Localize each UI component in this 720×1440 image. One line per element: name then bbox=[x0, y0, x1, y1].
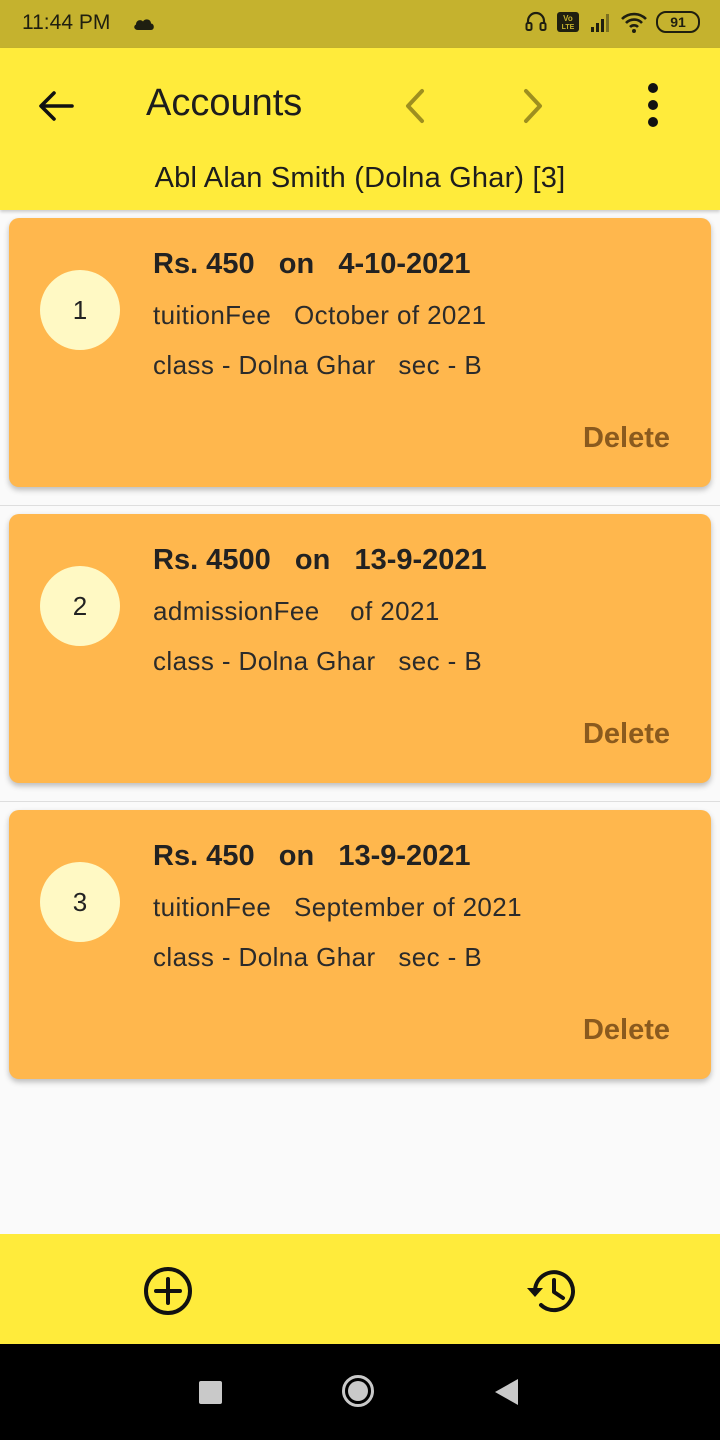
account-card[interactable]: 3 Rs. 450 on 13-9-2021 tuitionFee Septem… bbox=[9, 810, 711, 1079]
svg-text:Vo: Vo bbox=[563, 14, 573, 23]
cloud-icon bbox=[134, 19, 154, 30]
entry-amount-date: Rs. 4500 on 13-9-2021 bbox=[153, 544, 487, 576]
recents-icon[interactable] bbox=[199, 1381, 222, 1404]
accounts-list: 1 Rs. 450 on 4-10-2021 tuitionFee Octobe… bbox=[0, 210, 720, 1097]
delete-button[interactable]: Delete bbox=[583, 718, 670, 751]
battery-icon: 91 bbox=[656, 11, 700, 33]
system-nav-bar bbox=[0, 1344, 720, 1440]
account-card[interactable]: 2 Rs. 4500 on 13-9-2021 admissionFee of … bbox=[9, 514, 711, 783]
list-item: 2 Rs. 4500 on 13-9-2021 admissionFee of … bbox=[0, 506, 720, 802]
entry-fee-type: tuitionFee October of 2021 bbox=[153, 300, 487, 330]
status-time: 11:44 PM bbox=[22, 11, 111, 34]
entry-class-section: class - Dolna Ghar sec - B bbox=[153, 350, 483, 380]
status-icons: Vo LTE 91 bbox=[524, 10, 700, 34]
wifi-icon bbox=[621, 12, 647, 33]
add-circle-icon[interactable] bbox=[142, 1265, 194, 1317]
entry-fee-type: tuitionFee September of 2021 bbox=[153, 892, 523, 922]
volte-icon: Vo LTE bbox=[557, 12, 579, 32]
chevron-right-icon[interactable] bbox=[516, 86, 550, 126]
page-title: Accounts bbox=[146, 82, 303, 124]
list-item: 3 Rs. 450 on 13-9-2021 tuitionFee Septem… bbox=[0, 802, 720, 1097]
entry-class-section: class - Dolna Ghar sec - B bbox=[153, 646, 483, 676]
history-icon[interactable] bbox=[524, 1263, 580, 1319]
app-bar: Accounts Abl Alan Smith (Dolna Ghar) [3] bbox=[0, 48, 720, 210]
entry-fee-type: admissionFee of 2021 bbox=[153, 596, 440, 626]
list-item: 1 Rs. 450 on 4-10-2021 tuitionFee Octobe… bbox=[0, 210, 720, 506]
delete-button[interactable]: Delete bbox=[583, 422, 670, 455]
bottom-bar bbox=[0, 1234, 720, 1344]
entry-index-avatar: 3 bbox=[40, 862, 120, 942]
student-subtitle: Abl Alan Smith (Dolna Ghar) [3] bbox=[154, 162, 566, 194]
entry-index-avatar: 1 bbox=[40, 270, 120, 350]
more-vert-icon[interactable] bbox=[636, 80, 670, 130]
svg-text:LTE: LTE bbox=[562, 24, 575, 31]
entry-amount-date: Rs. 450 on 4-10-2021 bbox=[153, 248, 471, 280]
account-card[interactable]: 1 Rs. 450 on 4-10-2021 tuitionFee Octobe… bbox=[9, 218, 711, 487]
entry-class-section: class - Dolna Ghar sec - B bbox=[153, 942, 483, 972]
back-triangle-icon[interactable] bbox=[492, 1377, 520, 1407]
home-icon[interactable] bbox=[341, 1374, 375, 1408]
headset-icon bbox=[525, 11, 547, 31]
entry-index-avatar: 2 bbox=[40, 566, 120, 646]
signal-icon bbox=[591, 14, 609, 32]
chevron-left-icon[interactable] bbox=[398, 86, 432, 126]
status-bar: 11:44 PM Vo LTE 91 bbox=[0, 0, 720, 48]
entry-amount-date: Rs. 450 on 13-9-2021 bbox=[153, 840, 471, 872]
delete-button[interactable]: Delete bbox=[583, 1014, 670, 1047]
back-arrow-icon[interactable] bbox=[36, 86, 76, 126]
